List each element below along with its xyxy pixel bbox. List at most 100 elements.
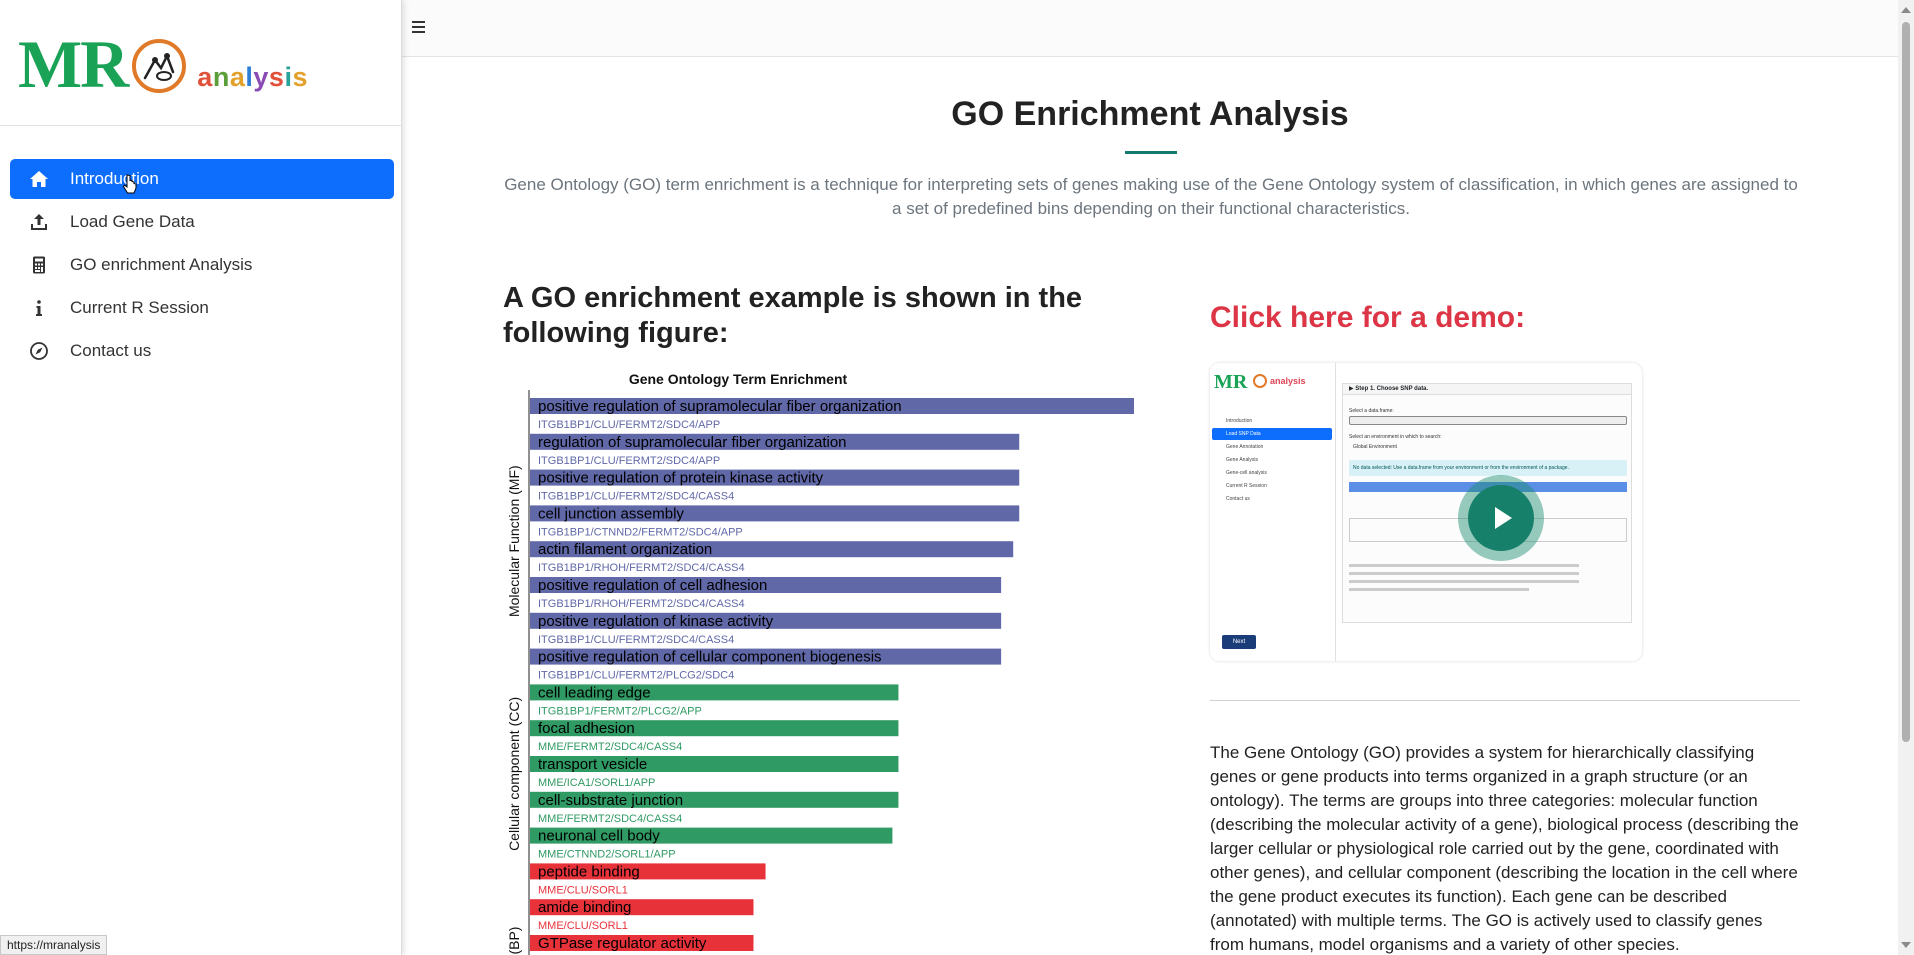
chart-gene-label: ITGB1BP1/CLU/FERMT2/SDC4/APP <box>538 455 720 467</box>
demo-nav-item: Introduction <box>1226 418 1253 424</box>
logo-letter: n <box>212 62 230 92</box>
chart-term-label: neuronal cell body <box>538 828 660 845</box>
logo-letter: a <box>197 62 213 92</box>
chart-gene-label: ITGB1BP1/CLU/FERMT2/SDC4/CASS4 <box>538 491 734 503</box>
logo-letter: l <box>245 62 254 92</box>
go-enrichment-chart: positive regulation of supramolecular fi… <box>506 390 1134 955</box>
title-underline <box>1125 151 1177 154</box>
scroll-up-icon[interactable] <box>1901 7 1911 13</box>
demo-footnote <box>1349 588 1529 591</box>
logo-badge-icon <box>132 39 187 93</box>
sidebar-item-introduction[interactable]: Introduction <box>10 159 394 199</box>
chart-term-label: positive regulation of cell adhesion <box>538 577 767 594</box>
chart-gene-label: ITGB1BP1/FERMT2/PLCG2/APP <box>538 705 702 717</box>
app-logo[interactable]: MR analysis <box>18 26 308 102</box>
logo-letter: a <box>229 62 246 92</box>
chart-term-label: peptide binding <box>538 863 640 880</box>
demo-column: Click here for a demo: <box>1210 301 1800 335</box>
calculator-icon <box>28 254 50 276</box>
demo-next-button: Next <box>1222 635 1256 649</box>
demo-footnote <box>1349 572 1579 575</box>
page-scrollbar[interactable] <box>1898 0 1914 955</box>
demo-select-box <box>1349 416 1627 425</box>
sidebar-item-label: Contact us <box>70 341 152 360</box>
scroll-down-icon[interactable] <box>1901 942 1911 948</box>
sidebar-item-go-enrichment-analysis[interactable]: GO enrichment Analysis <box>10 245 394 285</box>
demo-env-value: Global Environment <box>1353 444 1397 450</box>
sidebar-item-label: Current R Session <box>70 298 209 317</box>
chart-term-label: cell leading edge <box>538 684 651 701</box>
status-bar-url: https://mranalysis <box>0 935 108 955</box>
chart-term-label: cell junction assembly <box>538 505 684 522</box>
logo-letter: y <box>253 62 269 92</box>
demo-select-label: Select a data.frame: <box>1349 408 1394 414</box>
hamburger-menu-icon[interactable] <box>410 18 428 36</box>
scroll-thumb[interactable] <box>1902 22 1910 742</box>
demo-nav-item: Load SNP Data <box>1212 428 1332 440</box>
chart-title: Gene Ontology Term Enrichment <box>628 371 848 387</box>
play-icon <box>1495 507 1512 529</box>
chart-gene-label: ITGB1BP1/RHOH/FERMT2/SDC4/CASS4 <box>538 598 745 610</box>
sidebar-item-current-r-session[interactable]: Current R Session <box>10 288 394 328</box>
sidebar-item-label: Introduction <box>70 169 159 188</box>
chart-term-label: positive regulation of protein kinase ac… <box>538 470 824 487</box>
demo-sidebar: MR analysis Introduction Load SNP Data Gen… <box>1210 363 1336 661</box>
logo-analysis-text: analysis <box>197 62 308 92</box>
chart-term-label: cell-substrate junction <box>538 792 683 809</box>
app-window: MR analysis Introduction Load Gene Data … <box>0 0 1914 955</box>
demo-env-label: Select an environment in which to search… <box>1349 434 1442 440</box>
demo-nav: Introduction Load SNP Data Gene Annotation… <box>1212 415 1332 506</box>
demo-link[interactable]: Click here for a demo: <box>1210 301 1525 334</box>
demo-logo-analysis: analysis <box>1270 376 1306 386</box>
sidebar-item-contact-us[interactable]: Contact us <box>10 331 394 371</box>
chart-gene-label: MME/FERMT2/SDC4/CASS4 <box>538 741 682 753</box>
chart-gene-label: MME/CLU/SORL1 <box>538 920 628 932</box>
upload-icon <box>28 211 50 233</box>
chart-term-label: positive regulation of supramolecular fi… <box>538 398 902 415</box>
chart-term-label: transport vesicle <box>538 756 647 773</box>
main-content: GO Enrichment Analysis Gene Ontology (GO… <box>402 57 1898 955</box>
sidebar-item-label: Load Gene Data <box>70 212 195 231</box>
sidebar-item-load-gene-data[interactable]: Load Gene Data <box>10 202 394 242</box>
section-divider <box>1210 700 1800 701</box>
example-column: A GO enrichment example is shown in the … <box>503 281 1103 351</box>
chart-gene-label: ITGB1BP1/CTNND2/FERMT2/SDC4/APP <box>538 526 743 538</box>
sidebar-nav: Introduction Load Gene Data GO enrichmen… <box>10 159 394 374</box>
mouse-pointer-icon <box>122 174 137 194</box>
logo-letter: s <box>292 62 308 92</box>
chart-term-label: positive regulation of kinase activity <box>538 613 774 630</box>
demo-info-alert: No data selected: Use a data.frame from … <box>1349 460 1627 476</box>
info-icon <box>28 297 50 319</box>
example-heading: A GO enrichment example is shown in the … <box>503 282 1083 349</box>
chart-gene-label: MME/FERMT2/SDC4/CASS4 <box>538 813 682 825</box>
sidebar-item-label: GO enrichment Analysis <box>70 255 253 274</box>
chart-term-label: actin filament organization <box>538 541 712 558</box>
sidebar: MR analysis Introduction Load Gene Data … <box>0 0 402 955</box>
top-bar <box>402 0 1898 57</box>
chart-group-label: Cellular component (CC) <box>506 697 522 851</box>
sidebar-divider <box>0 125 402 126</box>
chart-gene-label: MME/ICA1/SORL1/APP <box>538 777 655 789</box>
chart-gene-label: ITGB1BP1/RHOH/FERMT2/SDC4/CASS4 <box>538 562 745 574</box>
compass-icon <box>28 340 50 362</box>
chart-gene-label: ITGB1BP1/CLU/FERMT2/PLCG2/SDC4 <box>538 670 734 682</box>
chart-group-label: s (BP) <box>506 927 522 955</box>
demo-nav-item: Gene-cell analysis <box>1226 470 1267 476</box>
chart-term-label: focal adhesion <box>538 720 635 737</box>
intro-paragraph: Gene Ontology (GO) term enrichment is a … <box>504 175 1798 218</box>
demo-nav-item: Current R Session <box>1226 483 1267 489</box>
chart-term-label: positive regulation of cellular componen… <box>538 649 882 666</box>
demo-logo-badge-icon <box>1253 374 1267 388</box>
logo-letter: i <box>284 62 293 92</box>
logo-mr-text: MR <box>18 26 129 102</box>
go-description-paragraph: The Gene Ontology (GO) provides a system… <box>1210 743 1799 954</box>
demo-nav-item: Gene Analysis <box>1226 457 1258 463</box>
demo-video-thumbnail[interactable]: MR analysis Introduction Load SNP Data Gen… <box>1210 363 1642 661</box>
chart-gene-label: ITGB1BP1/CLU/FERMT2/SDC4/APP <box>538 419 720 431</box>
demo-footnote <box>1349 564 1579 567</box>
chart-gene-label: MME/CTNND2/SORL1/APP <box>538 849 676 861</box>
chart-term-label: amide binding <box>538 899 631 916</box>
demo-nav-item: Gene Annotation <box>1226 444 1264 450</box>
demo-footnote <box>1349 580 1579 583</box>
chart-group-label: Molecular Function (MF) <box>506 465 522 617</box>
